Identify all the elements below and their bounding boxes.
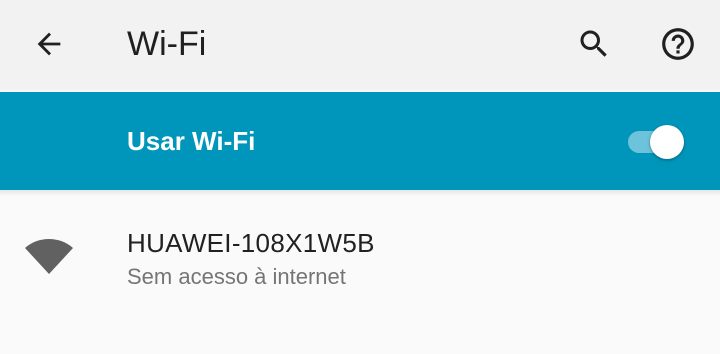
page-title: Wi-Fi	[127, 25, 207, 63]
wifi-signal-icon	[25, 239, 73, 274]
network-ssid: HUAWEI-108X1W5B	[127, 228, 375, 258]
help-button[interactable]	[654, 20, 702, 68]
wifi-settings-screen: Wi-Fi Usar Wi-Fi HUAWEI-108X1W5B Sem ace…	[0, 0, 720, 354]
app-bar: Wi-Fi	[0, 0, 720, 90]
search-icon	[580, 30, 607, 57]
network-status: Sem acesso à internet	[127, 264, 346, 289]
search-button[interactable]	[570, 20, 618, 68]
help-icon	[662, 28, 694, 60]
divider	[0, 190, 720, 196]
wifi-toggle-switch[interactable]	[628, 125, 688, 159]
arrow-back-icon	[37, 32, 61, 56]
network-list-item[interactable]: HUAWEI-108X1W5B Sem acesso à internet	[0, 200, 720, 310]
back-button[interactable]	[25, 20, 73, 68]
use-wifi-label: Usar Wi-Fi	[127, 126, 256, 156]
use-wifi-bar[interactable]: Usar Wi-Fi	[0, 92, 720, 190]
switch-thumb	[650, 125, 684, 159]
